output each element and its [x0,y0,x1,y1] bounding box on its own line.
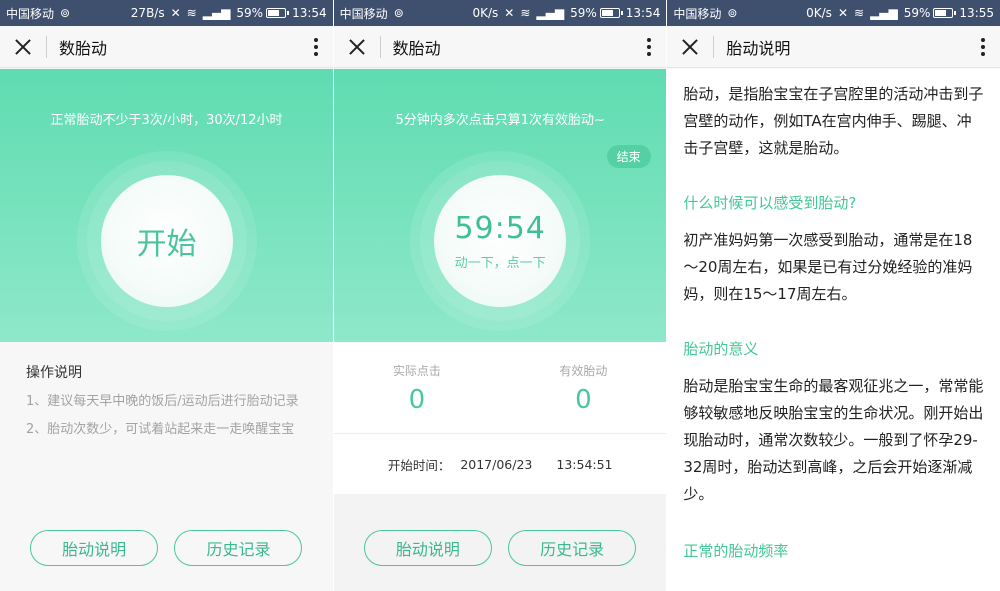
valid-movements-value: 0 [575,385,592,415]
bottom-buttons: 胎动说明 历史记录 [334,530,667,566]
net-speed: 0K/s [472,6,499,20]
carrier-label: 中国移动 [6,6,55,21]
start-button[interactable]: 开始 [100,175,233,307]
history-button[interactable]: 历史记录 [508,530,637,566]
valid-movements: 有效胎动 0 [500,342,666,433]
tap-ring: 59:54 动一下，点一下 [420,161,581,321]
page-title: 数胎动 [59,38,108,58]
valid-movements-label: 有效胎动 [559,364,608,378]
more-icon[interactable] [978,37,988,57]
battery-icon [933,8,957,18]
battery-percent: 59% [903,6,931,20]
screen-explanation: 中国移动 ⊚ 0K/s ✕ ≋ ▂▄▆ 59% 13:55 胎动说明 胎动，是指… [667,0,1000,591]
screen-start: 中国移动 ⊚ 27B/s ✕ ≋ ▂▄▆ 59% 13:54 数胎动 正常胎动不… [0,0,333,591]
net-speed: 27B/s [130,6,165,20]
hotspot-icon: ⊚ [727,6,738,20]
more-icon[interactable] [644,37,654,57]
clock: 13:54 [292,6,327,20]
wifi-icon: ≋ [854,6,865,20]
app-bar: 数胎动 [0,26,333,68]
signal-icon: ▂▄▆ [870,6,898,20]
instruction-item: 1、建议每天早中晚的饭后/运动后进行胎动记录 [26,394,299,409]
divider [46,35,47,58]
tap-button[interactable]: 59:54 动一下，点一下 [434,175,567,307]
divider [379,35,381,58]
section-text: 初产准妈妈第一次感受到胎动，通常是在18～20周左右，如果是已有过分娩经验的准妈… [683,231,973,303]
wifi-icon: ≋ [520,6,531,20]
article-body: 胎动，是指胎宝宝在子宫腔里的活动冲击到子宫壁的动作，例如TA在宫内伸手、踢腿、冲… [667,69,1000,591]
actual-clicks-value: 0 [408,385,426,415]
app-bar: 胎动说明 [667,26,1000,68]
hero-panel: 正常胎动不少于3次/小时，30次/12小时 开始 [0,69,333,342]
signal-icon: ▂▄▆ [536,6,565,20]
explain-button[interactable]: 胎动说明 [363,530,492,566]
explain-button[interactable]: 胎动说明 [30,530,159,566]
hero-panel: 5分钟内多次点击只算1次有效胎动~ 结束 59:54 动一下，点一下 [333,69,667,342]
mute-icon: ✕ [504,6,515,20]
end-button[interactable]: 结束 [606,145,651,168]
start-date: 2017/06/23 [460,456,533,472]
mute-icon: ✕ [170,6,181,20]
battery-icon [599,8,623,18]
app-bar: 数胎动 [333,26,667,68]
carrier-label: 中国移动 [339,6,388,21]
section-heading: 什么时候可以感受到胎动? [683,194,857,212]
start-ring: 开始 [86,161,247,321]
clock: 13:54 [625,6,661,20]
start-time-row: 开始时间： 2017/06/23 13:54:51 [333,434,667,494]
history-button[interactable]: 历史记录 [174,530,303,566]
battery-icon [266,8,290,18]
status-bar: 中国移动 ⊚ 27B/s ✕ ≋ ▂▄▆ 59% 13:54 [0,0,333,26]
signal-icon: ▂▄▆ [202,6,231,20]
article-intro: 胎动，是指胎宝宝在子宫腔里的活动冲击到子宫壁的动作，例如TA在宫内伸手、踢腿、冲… [683,85,984,157]
hotspot-icon: ⊚ [60,6,71,20]
net-speed: 0K/s [806,6,832,20]
screen-counting: 中国移动 ⊚ 0K/s ✕ ≋ ▂▄▆ 59% 13:54 数胎动 5分钟内多次… [333,0,667,591]
start-label: 开始 [136,227,197,262]
actual-clicks-label: 实际点击 [392,364,441,378]
page-title: 数胎动 [392,38,441,58]
tap-hint: 动一下，点一下 [454,256,546,271]
actual-clicks: 实际点击 0 [334,342,501,433]
hero-tip: 5分钟内多次点击只算1次有效胎动~ [395,113,605,128]
mute-icon: ✕ [837,6,848,20]
more-icon[interactable] [311,37,321,57]
close-icon[interactable] [679,36,701,58]
close-icon[interactable] [346,36,368,58]
hotspot-icon: ⊚ [393,6,404,20]
screenshot-collage: 中国移动 ⊚ 27B/s ✕ ≋ ▂▄▆ 59% 13:54 数胎动 正常胎动不… [0,0,1000,591]
countdown-timer: 59:54 [454,211,546,246]
status-bar: 中国移动 ⊚ 0K/s ✕ ≋ ▂▄▆ 59% 13:54 [333,0,667,26]
divider [713,35,715,58]
instructions: 操作说明 1、建议每天早中晚的饭后/运动后进行胎动记录 2、胎动次数少，可试着站… [0,342,333,444]
section-text: 胎动是胎宝宝生命的最客观征兆之一，常常能够较敏感地反映胎宝宝的生命状况。刚开始出… [683,377,984,503]
wifi-icon: ≋ [186,6,197,20]
instructions-heading: 操作说明 [26,365,82,381]
battery-percent: 59% [570,6,597,20]
page-title: 胎动说明 [726,38,791,58]
section-heading: 胎动的意义 [683,340,759,358]
instruction-item: 2、胎动次数少，可试着站起来走一走唤醒宝宝 [26,422,295,437]
close-icon[interactable] [12,36,34,58]
status-bar: 中国移动 ⊚ 0K/s ✕ ≋ ▂▄▆ 59% 13:55 [667,0,1000,26]
clock: 13:55 [959,6,995,20]
stats-panel: 实际点击 0 有效胎动 0 [333,342,667,434]
start-clock: 13:54:51 [556,456,613,472]
hero-tip: 正常胎动不少于3次/小时，30次/12小时 [50,113,283,128]
carrier-label: 中国移动 [673,6,722,21]
battery-percent: 59% [236,6,264,20]
section-heading: 正常的胎动频率 [683,542,789,560]
bottom-buttons: 胎动说明 历史记录 [0,530,333,566]
start-time-label: 开始时间： [387,457,451,473]
